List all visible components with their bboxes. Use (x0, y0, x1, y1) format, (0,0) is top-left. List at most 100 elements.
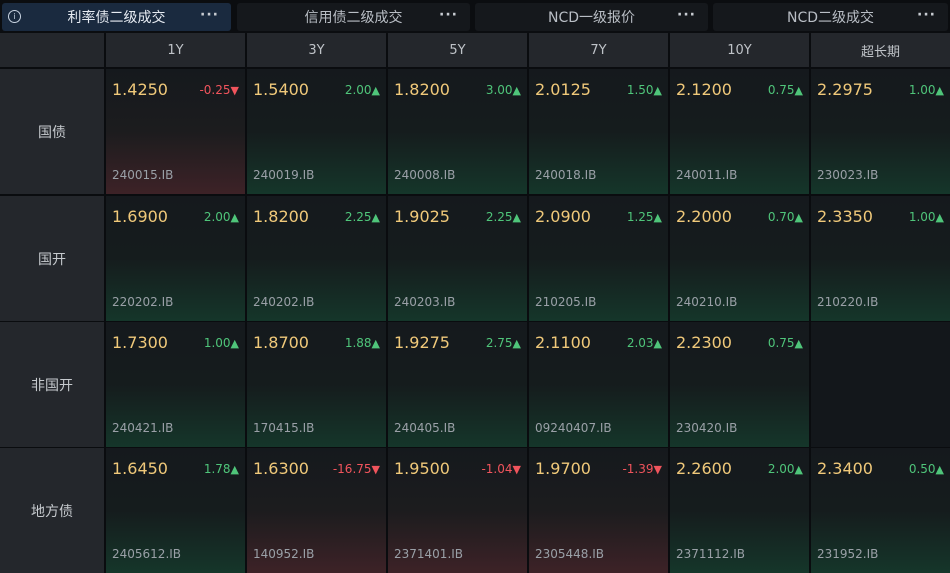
arrow-up-icon: ▲ (794, 463, 803, 476)
yield-value: 2.2000 (676, 207, 732, 226)
arrow-up-icon: ▲ (512, 84, 521, 97)
arrow-up-icon: ▲ (935, 463, 944, 476)
change-value: -1.39▼ (622, 462, 662, 476)
quote-cell[interactable]: 1.8200 2.25▲ 240202.IB (247, 196, 386, 321)
yield-value: 1.4250 (112, 80, 168, 99)
quote-cell[interactable]: 2.2300 0.75▲ 230420.IB (670, 322, 809, 447)
arrow-up-icon: ▲ (512, 211, 521, 224)
change-text: 1.50 (626, 83, 654, 97)
change-value: 1.88▲ (345, 336, 380, 350)
corner-header (0, 33, 104, 67)
yield-value: 2.3350 (817, 207, 873, 226)
yield-value: 1.8200 (253, 207, 309, 226)
change-value: 2.03▲ (627, 336, 662, 350)
arrow-up-icon: ▲ (230, 463, 239, 476)
quote-cell[interactable]: 2.0125 1.50▲ 240018.IB (529, 69, 668, 194)
quote-cell[interactable]: 1.9025 2.25▲ 240203.IB (388, 196, 527, 321)
quote-cell[interactable]: 1.8200 3.00▲ 240008.IB (388, 69, 527, 194)
bond-code: 240202.IB (253, 295, 315, 309)
more-options-icon[interactable]: ··· (917, 7, 936, 23)
yield-value: 1.8700 (253, 333, 309, 352)
more-options-icon[interactable]: ··· (677, 7, 696, 23)
yield-value: 1.7300 (112, 333, 168, 352)
quote-cell[interactable]: 2.1100 2.03▲ 09240407.IB (529, 322, 668, 447)
change-text: 2.25 (485, 210, 513, 224)
bond-code: 170415.IB (253, 421, 315, 435)
change-value: 2.25▲ (345, 210, 380, 224)
quote-cell[interactable]: 1.8700 1.88▲ 170415.IB (247, 322, 386, 447)
column-header: 5Y (388, 33, 527, 67)
quote-cell[interactable]: 1.6900 2.00▲ 220202.IB (106, 196, 245, 321)
change-text: 1.25 (626, 210, 654, 224)
quote-cell[interactable]: 1.7300 1.00▲ 240421.IB (106, 322, 245, 447)
arrow-up-icon: ▲ (794, 84, 803, 97)
change-text: 1.00 (908, 210, 936, 224)
bond-code: 240019.IB (253, 168, 315, 182)
more-options-icon[interactable]: ··· (439, 7, 458, 23)
arrow-up-icon: ▲ (653, 211, 662, 224)
yield-value: 1.5400 (253, 80, 309, 99)
quote-cell[interactable]: 2.2975 1.00▲ 230023.IB (811, 69, 950, 194)
tab-ncd-primary-quote[interactable]: NCD一级报价 ··· (475, 3, 708, 31)
column-header: 超长期 (811, 33, 950, 67)
change-value: 1.50▲ (627, 83, 662, 97)
quote-cell[interactable]: 1.6450 1.78▲ 2405612.IB (106, 448, 245, 573)
tab-rate-bond-secondary[interactable]: i 利率债二级成交 ··· (2, 3, 231, 31)
change-text: -0.25 (199, 83, 231, 97)
quote-cell[interactable]: 2.3400 0.50▲ 231952.IB (811, 448, 950, 573)
change-text: -16.75 (332, 462, 372, 476)
tab-ncd-secondary[interactable]: NCD二级成交 ··· (713, 3, 948, 31)
yield-value: 2.1200 (676, 80, 732, 99)
quote-cell[interactable]: 2.1200 0.75▲ 240011.IB (670, 69, 809, 194)
change-text: 0.75 (767, 336, 795, 350)
bond-code: 231952.IB (817, 547, 879, 561)
info-icon[interactable]: i (8, 10, 21, 23)
arrow-down-icon: ▼ (230, 84, 239, 97)
yield-value: 1.6450 (112, 459, 168, 478)
change-value: 2.75▲ (486, 336, 521, 350)
quote-cell[interactable]: 1.9275 2.75▲ 240405.IB (388, 322, 527, 447)
bond-code: 240203.IB (394, 295, 456, 309)
change-text: -1.39 (622, 462, 654, 476)
change-text: 1.00 (908, 83, 936, 97)
quote-cell[interactable]: 1.5400 2.00▲ 240019.IB (247, 69, 386, 194)
quote-cell[interactable]: 1.9500 -1.04▼ 2371401.IB (388, 448, 527, 573)
change-value: 1.25▲ (627, 210, 662, 224)
change-text: 0.50 (908, 462, 936, 476)
bond-code: 2371112.IB (676, 547, 746, 561)
tab-credit-bond-secondary[interactable]: 信用债二级成交 ··· (237, 3, 470, 31)
change-value: 0.75▲ (768, 336, 803, 350)
quote-cell[interactable]: 2.2000 0.70▲ 240210.IB (670, 196, 809, 321)
yield-value: 2.2975 (817, 80, 873, 99)
quote-cell[interactable]: 1.6300 -16.75▼ 140952.IB (247, 448, 386, 573)
arrow-up-icon: ▲ (512, 337, 521, 350)
arrow-up-icon: ▲ (935, 211, 944, 224)
quote-cell[interactable]: 2.2600 2.00▲ 2371112.IB (670, 448, 809, 573)
yield-value: 2.0125 (535, 80, 591, 99)
yield-value: 2.0900 (535, 207, 591, 226)
bond-code: 240015.IB (112, 168, 174, 182)
change-text: 1.78 (203, 462, 231, 476)
arrow-up-icon: ▲ (371, 337, 380, 350)
quote-cell[interactable]: 1.4250 -0.25▼ 240015.IB (106, 69, 245, 194)
change-text: 2.00 (203, 210, 231, 224)
change-text: 2.03 (626, 336, 654, 350)
tab-label: NCD一级报价 (547, 10, 636, 26)
bond-code: 230023.IB (817, 168, 879, 182)
quote-cell[interactable]: 2.3350 1.00▲ 210220.IB (811, 196, 950, 321)
quote-cell[interactable]: 1.9700 -1.39▼ 2305448.IB (529, 448, 668, 573)
arrow-up-icon: ▲ (371, 211, 380, 224)
bond-code: 2305448.IB (535, 547, 605, 561)
bond-code: 240210.IB (676, 295, 738, 309)
change-value: 0.70▲ (768, 210, 803, 224)
more-options-icon[interactable]: ··· (200, 7, 219, 23)
bond-code: 09240407.IB (535, 421, 612, 435)
change-value: 2.00▲ (768, 462, 803, 476)
change-value: -16.75▼ (333, 462, 380, 476)
arrow-down-icon: ▼ (653, 463, 662, 476)
quote-cell[interactable]: 2.0900 1.25▲ 210205.IB (529, 196, 668, 321)
column-header: 7Y (529, 33, 668, 67)
quote-cell-empty (811, 322, 950, 447)
yield-value: 2.3400 (817, 459, 873, 478)
yield-grid: 1Y 3Y 5Y 7Y 10Y 超长期 国债 1.4250 -0.25▼ 240015.IB 1.5… (0, 33, 950, 573)
